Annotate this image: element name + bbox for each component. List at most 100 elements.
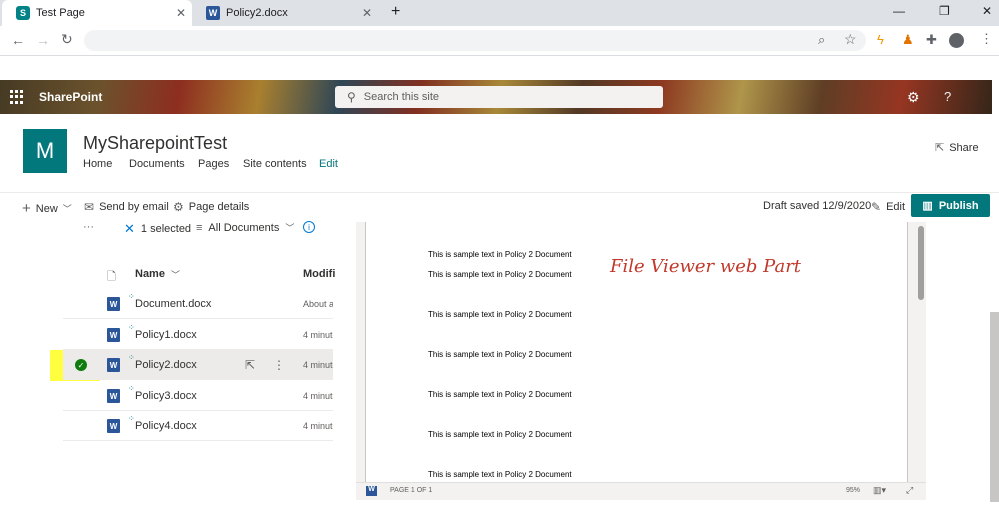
bookmark-star-icon[interactable]: ☆ xyxy=(844,31,857,48)
address-bar[interactable] xyxy=(84,30,866,51)
tab-title: Test Page xyxy=(36,7,85,19)
page-details-button[interactable]: ⚙ Page details xyxy=(173,200,249,214)
document-line: This is sample text in Policy 2 Document xyxy=(428,430,572,439)
nav-edit-link[interactable]: Edit xyxy=(319,158,338,170)
forward-icon[interactable]: → xyxy=(36,32,50,48)
app-launcher-icon[interactable] xyxy=(10,90,24,104)
new-item-spark-icon: ⁘ xyxy=(128,384,135,393)
file-name[interactable]: Policy3.docx xyxy=(135,390,197,402)
site-logo[interactable]: M xyxy=(23,129,67,173)
edit-button[interactable]: ✎ Edit xyxy=(871,200,905,214)
list-item[interactable]: W ⁘ Policy1.docx 4 minute xyxy=(63,320,333,350)
modified-value: 4 minute xyxy=(303,330,333,340)
mail-icon: ✉ xyxy=(84,200,95,214)
annotation-label: File Viewer web Part xyxy=(610,256,802,277)
gear-icon: ⚙ xyxy=(173,200,184,214)
tab-title: Policy2.docx xyxy=(226,7,288,19)
extension-bolt-icon[interactable]: ϟ xyxy=(877,32,884,47)
file-name[interactable]: Document.docx xyxy=(135,298,211,310)
word-file-icon: W xyxy=(107,297,120,311)
back-icon[interactable]: ← xyxy=(11,32,25,48)
file-name[interactable]: Policy4.docx xyxy=(135,420,197,432)
list-view-icon: ≡ xyxy=(196,221,203,234)
new-item-spark-icon: ⁘ xyxy=(128,414,135,423)
viewer-scroll-thumb[interactable] xyxy=(918,226,924,300)
restore-icon[interactable]: ❐ xyxy=(939,4,950,18)
viewer-status-bar: W PAGE 1 OF 1 95% ▥▾ ⤢ xyxy=(356,482,926,500)
nav-site-contents[interactable]: Site contents xyxy=(243,158,307,170)
zoom-level[interactable]: 95% xyxy=(846,487,860,494)
profile-avatar-icon[interactable] xyxy=(949,33,964,48)
info-icon[interactable]: i xyxy=(303,221,315,233)
pencil-icon: ✎ xyxy=(871,200,882,214)
zoom-icon[interactable]: ⌕ xyxy=(818,32,825,48)
modified-value: 4 minute xyxy=(303,421,333,431)
search-placeholder: Search this site xyxy=(363,91,439,103)
chevron-down-icon: ﹀ xyxy=(170,270,180,280)
document-line: This is sample text in Policy 2 Document xyxy=(428,470,572,479)
word-app-icon: W xyxy=(366,486,377,496)
word-file-icon: W xyxy=(107,358,120,372)
word-icon: W xyxy=(206,6,220,20)
share-button[interactable]: ⇱ Share xyxy=(935,141,979,155)
list-item[interactable]: W ⁘ Document.docx About a xyxy=(63,289,333,319)
draft-status: Draft saved 12/9/2020 xyxy=(763,200,872,212)
page-scroll-thumb[interactable] xyxy=(990,312,999,502)
tab-test-page[interactable]: S Test Page ✕ xyxy=(2,0,192,26)
view-name: All Documents xyxy=(208,221,280,234)
share-label: Share xyxy=(949,141,979,154)
share-icon: ⇱ xyxy=(935,142,945,154)
edit-label: Edit xyxy=(886,201,906,213)
view-switcher[interactable]: ≡ All Documents ﹀ xyxy=(196,221,294,234)
send-by-email-button[interactable]: ✉ Send by email xyxy=(84,200,169,214)
document-line: This is sample text in Policy 2 Document xyxy=(428,270,572,279)
extension-figure-icon[interactable]: ♟ xyxy=(902,32,914,48)
list-item[interactable]: W ⁘ Policy4.docx 4 minute xyxy=(63,411,333,441)
file-type-header-icon[interactable]: 🗋 xyxy=(107,268,116,287)
tab-policy2[interactable]: W Policy2.docx ✕ xyxy=(192,0,382,26)
site-search-input[interactable]: ⚲ Search this site xyxy=(335,86,663,108)
document-line: This is sample text in Policy 2 Document xyxy=(428,310,572,319)
sharepoint-brand[interactable]: SharePoint xyxy=(39,90,102,104)
close-tab-icon[interactable]: ✕ xyxy=(362,6,372,20)
nav-pages[interactable]: Pages xyxy=(198,158,229,170)
more-actions-icon[interactable]: ··· xyxy=(83,221,94,233)
word-file-icon: W xyxy=(107,328,120,342)
selected-count: 1 selected xyxy=(140,223,192,235)
modified-column-header[interactable]: Modifi xyxy=(303,268,335,280)
close-window-icon[interactable]: ✕ xyxy=(982,4,992,18)
word-file-icon: W xyxy=(107,389,120,403)
fullscreen-icon[interactable]: ⤢ xyxy=(906,485,913,496)
view-mode-icon[interactable]: ▥▾ xyxy=(873,485,886,496)
minimize-icon[interactable]: — xyxy=(893,4,905,18)
word-file-icon: W xyxy=(107,419,120,433)
publish-label: Publish xyxy=(938,199,979,212)
share-row-icon[interactable]: ⇱ xyxy=(245,358,255,372)
name-column-header[interactable]: Name ﹀ xyxy=(135,268,180,281)
reload-icon[interactable]: ↻ xyxy=(61,31,73,48)
new-button[interactable]: + New ﹀ xyxy=(22,200,72,217)
new-tab-button[interactable]: + xyxy=(391,3,400,21)
nav-home[interactable]: Home xyxy=(83,158,112,170)
list-item-selected[interactable]: W ⁘ Policy2.docx ⇱ ⋮ 4 minute xyxy=(63,350,333,380)
help-icon[interactable]: ? xyxy=(944,89,951,104)
checkmark-icon[interactable]: ✓ xyxy=(75,359,87,371)
chevron-down-icon: ﹀ xyxy=(285,223,295,233)
search-icon: ⚲ xyxy=(347,90,356,104)
nav-documents[interactable]: Documents xyxy=(129,158,185,170)
modified-value: 4 minute xyxy=(303,360,333,370)
new-label: New xyxy=(35,202,58,215)
close-tab-icon[interactable]: ✕ xyxy=(176,6,186,20)
clear-selection-button[interactable]: ✕ 1 selected xyxy=(124,221,191,237)
publish-button[interactable]: ▥ Publish xyxy=(911,194,990,217)
new-item-spark-icon: ⁘ xyxy=(128,323,135,332)
new-item-spark-icon: ⁘ xyxy=(128,292,135,301)
settings-gear-icon[interactable]: ⚙ xyxy=(907,89,920,106)
file-name[interactable]: Policy1.docx xyxy=(135,329,197,341)
browser-menu-icon[interactable]: ⋮ xyxy=(980,31,993,47)
list-item[interactable]: W ⁘ Policy3.docx 4 minute xyxy=(63,381,333,411)
site-title[interactable]: MySharepointTest xyxy=(83,133,227,154)
file-name[interactable]: Policy2.docx xyxy=(135,359,197,371)
row-more-icon[interactable]: ⋮ xyxy=(273,358,285,372)
extensions-puzzle-icon[interactable]: ✚ xyxy=(926,32,937,48)
